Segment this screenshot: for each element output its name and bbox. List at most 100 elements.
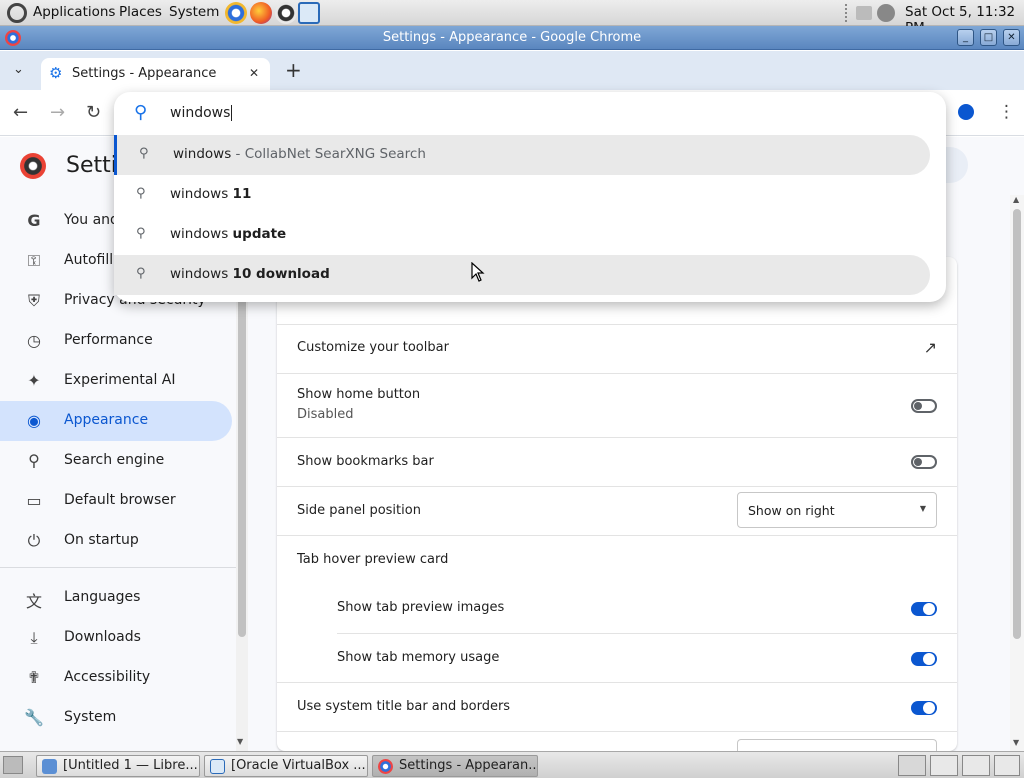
page-scroll-thumb[interactable] bbox=[1013, 209, 1021, 639]
preview-images-toggle[interactable] bbox=[911, 602, 937, 616]
workspace-3[interactable] bbox=[962, 755, 990, 776]
back-arrow-icon[interactable]: ← bbox=[13, 102, 28, 123]
search-icon: ⚲ bbox=[28, 451, 40, 470]
virtualbox-icon bbox=[210, 759, 225, 774]
chrome-dev-alt-icon[interactable] bbox=[275, 2, 297, 24]
taskbar-item-chrome[interactable]: Settings - Appearan... bbox=[372, 755, 538, 777]
appearance-card: Customize your toolbar ↗ Show home butto… bbox=[277, 257, 957, 751]
search-icon: ⚲ bbox=[136, 266, 146, 281]
tab-strip: ⌄ ⚙ Settings - Appearance ✕ + bbox=[0, 51, 1024, 90]
search-icon: ⚲ bbox=[139, 146, 149, 161]
taskbar-item-libreoffice[interactable]: [Untitled 1 — Libre... bbox=[36, 755, 200, 777]
workspace-1[interactable] bbox=[898, 755, 926, 776]
firefox-icon[interactable] bbox=[250, 2, 272, 24]
sidebar-item-on-startup[interactable]: ⏻ On startup bbox=[0, 521, 232, 561]
system-title-bar-toggle[interactable] bbox=[911, 701, 937, 715]
sidebar-divider bbox=[0, 567, 236, 568]
memory-usage-toggle[interactable] bbox=[911, 652, 937, 666]
reload-icon[interactable]: ↻ bbox=[86, 102, 101, 123]
tab-search-icon[interactable]: ⌄ bbox=[13, 62, 24, 77]
system-title-bar-row: Use system title bar and borders bbox=[277, 682, 957, 731]
applications-menu[interactable]: Applications bbox=[33, 4, 115, 20]
sidebar-scroll-down-icon[interactable]: ▼ bbox=[237, 737, 243, 746]
forward-arrow-icon[interactable]: → bbox=[50, 102, 65, 123]
google-icon: G bbox=[27, 211, 41, 230]
panel-separator bbox=[845, 4, 849, 22]
page-scrollbar[interactable]: ▲ ▼ bbox=[1010, 195, 1024, 751]
chrome-icon bbox=[378, 759, 393, 774]
libreoffice-icon bbox=[42, 759, 57, 774]
workspace-2[interactable] bbox=[930, 755, 958, 776]
sidebar-item-experimental-ai[interactable]: ✦ Experimental AI bbox=[0, 361, 232, 401]
translate-icon: 文 bbox=[25, 592, 42, 611]
workspace-4[interactable] bbox=[994, 755, 1020, 776]
search-icon: ⚲ bbox=[136, 226, 146, 241]
preview-images-row: Show tab preview images bbox=[277, 584, 957, 633]
accessibility-icon: ✟ bbox=[27, 668, 41, 687]
tab-title: Settings - Appearance bbox=[72, 66, 217, 81]
suggestion-item[interactable]: ⚲ windows - CollabNet SearXNG Search bbox=[114, 135, 930, 175]
network-icon[interactable] bbox=[856, 6, 872, 20]
taskbar-item-virtualbox[interactable]: [Oracle VirtualBox ... bbox=[204, 755, 368, 777]
sidebar-item-search-engine[interactable]: ⚲ Search engine bbox=[0, 441, 232, 481]
search-icon: ⚲ bbox=[134, 102, 148, 123]
memory-usage-row: Show tab memory usage bbox=[337, 633, 957, 682]
wrench-icon: 🔧 bbox=[24, 708, 44, 727]
power-icon: ⏻ bbox=[27, 531, 41, 550]
bookmarks-bar-row: Show bookmarks bar bbox=[277, 437, 957, 486]
page-scroll-up-icon[interactable]: ▲ bbox=[1013, 195, 1019, 204]
sidebar-item-accessibility[interactable]: ✟ Accessibility bbox=[0, 658, 232, 698]
menu-kebab-icon[interactable]: ⋮ bbox=[998, 102, 1015, 122]
window-title-bar[interactable]: Settings - Appearance - Google Chrome _ … bbox=[0, 26, 1024, 50]
volume-icon[interactable] bbox=[877, 4, 895, 22]
close-window-button[interactable]: ✕ bbox=[1003, 29, 1020, 46]
virtualbox-icon[interactable] bbox=[298, 2, 320, 24]
dropdown-arrow-icon: ▼ bbox=[919, 504, 926, 513]
tab-settings-appearance[interactable]: ⚙ Settings - Appearance ✕ bbox=[41, 58, 270, 90]
suggestion-item[interactable]: ⚲ windows update bbox=[114, 215, 930, 255]
taskbar: [Untitled 1 — Libre... [Oracle VirtualBo… bbox=[0, 751, 1024, 778]
side-panel-select[interactable]: Show on right ▼ bbox=[737, 492, 937, 528]
places-menu[interactable]: Places bbox=[119, 4, 162, 20]
sidebar-item-appearance[interactable]: ◉ Appearance bbox=[0, 401, 232, 441]
tab-hover-row: Tab hover preview card bbox=[277, 535, 957, 584]
mouse-cursor-icon bbox=[471, 262, 485, 282]
page-scroll-down-icon[interactable]: ▼ bbox=[1013, 738, 1019, 747]
maximize-button[interactable]: □ bbox=[980, 29, 997, 46]
download-icon: ⤓ bbox=[30, 628, 38, 647]
profile-icon[interactable] bbox=[958, 104, 974, 120]
sparkle-icon: ✦ bbox=[27, 371, 41, 390]
suggestion-item[interactable]: ⚲ windows 10 download bbox=[114, 255, 930, 295]
gear-icon: ⚙ bbox=[49, 64, 63, 82]
sidebar-item-downloads[interactable]: ⤓ Downloads bbox=[0, 618, 232, 658]
top-panel: Applications Places System Sat Oct 5, 11… bbox=[0, 0, 1024, 36]
system-menu[interactable]: System bbox=[169, 4, 219, 20]
sidebar-item-performance[interactable]: ◷ Performance bbox=[0, 321, 232, 361]
font-size-row bbox=[277, 731, 957, 751]
show-desktop-button[interactable] bbox=[3, 756, 23, 774]
speedometer-icon: ◷ bbox=[27, 331, 41, 350]
external-link-icon[interactable]: ↗ bbox=[924, 338, 937, 357]
debian-logo-icon[interactable] bbox=[7, 3, 27, 23]
sidebar-item-default-browser[interactable]: ▭ Default browser bbox=[0, 481, 232, 521]
palette-icon: ◉ bbox=[27, 411, 41, 430]
search-icon: ⚲ bbox=[136, 186, 146, 201]
sidebar-item-languages[interactable]: 文 Languages bbox=[0, 578, 232, 618]
close-tab-icon[interactable]: ✕ bbox=[249, 66, 259, 80]
suggestion-item[interactable]: ⚲ windows 11 bbox=[114, 175, 930, 215]
omnibox-dropdown: ⚲ windows ⚲ windows - CollabNet SearXNG … bbox=[114, 92, 946, 302]
side-panel-row: Side panel position Show on right ▼ bbox=[277, 486, 957, 535]
browser-window-icon: ▭ bbox=[26, 491, 42, 510]
key-icon: ⚿ bbox=[27, 251, 41, 270]
window-title: Settings - Appearance - Google Chrome bbox=[382, 30, 642, 45]
address-bar-input[interactable]: windows bbox=[170, 105, 233, 121]
shield-icon: ⛨ bbox=[27, 291, 40, 310]
minimize-button[interactable]: _ bbox=[957, 29, 974, 46]
customize-toolbar-row[interactable]: Customize your toolbar ↗ bbox=[277, 324, 957, 373]
bookmarks-bar-toggle[interactable] bbox=[911, 455, 937, 469]
font-size-select[interactable] bbox=[737, 739, 937, 751]
sidebar-item-system[interactable]: 🔧 System bbox=[0, 698, 232, 738]
new-tab-button[interactable]: + bbox=[285, 58, 302, 82]
chrome-dev-icon[interactable] bbox=[225, 2, 247, 24]
home-button-toggle[interactable] bbox=[911, 399, 937, 413]
